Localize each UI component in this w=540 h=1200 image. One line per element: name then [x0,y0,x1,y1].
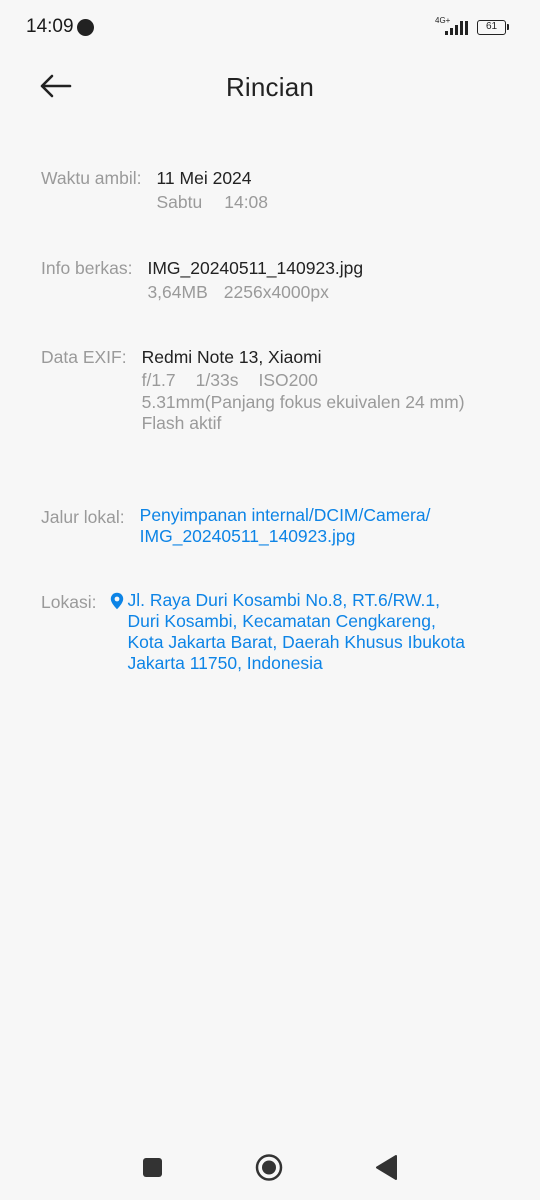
detail-label: Info berkas: [41,258,133,278]
circle-icon [255,1154,283,1181]
battery-level: 61 [485,21,498,32]
location-line-1[interactable]: Jl. Raya Duri Kosambi No.8, RT.6/RW.1, [127,590,465,611]
nav-recents-button[interactable] [138,1150,168,1186]
detail-local-path: Jalur lokal: Penyimpanan internal/DCIM/C… [41,505,430,547]
detail-location: Lokasi: Jl. Raya Duri Kosambi No.8, RT.6… [41,590,465,674]
exif-device: Redmi Note 13, Xiaomi [141,347,322,367]
exif-shutter: 1/33s [195,370,239,390]
location-line-4[interactable]: Jakarta 11750, Indonesia [127,653,465,674]
nav-back-button[interactable] [372,1150,402,1186]
exif-focal: 5.31mm(Panjang fokus ekuivalen 24 mm) [141,392,465,412]
location-line-2[interactable]: Duri Kosambi, Kecamatan Cengkareng, [127,611,465,632]
detail-label: Waktu ambil: [41,168,142,188]
square-icon [143,1158,162,1177]
location-pin-icon [111,592,124,610]
detail-taken-time: Waktu ambil: 11 Mei 2024 Sabtu 14:08 [41,166,268,214]
detail-file-info: Info berkas: IMG_20240511_140923.jpg 3,6… [41,256,363,304]
status-bar: 14:09 4G+ 61 [0,0,540,52]
signal-icon [445,21,468,35]
taken-date: 11 Mei 2024 [156,168,252,188]
location-line-3[interactable]: Kota Jakarta Barat, Daerah Khusus Ibukot… [127,632,465,653]
detail-label: Jalur lokal: [41,507,125,527]
exif-flash: Flash aktif [141,413,222,433]
nav-home-button[interactable] [254,1150,284,1186]
file-name: IMG_20240511_140923.jpg [147,258,364,278]
exif-aperture: f/1.7 [141,370,176,390]
notification-dot-icon [77,19,94,36]
taken-time: 14:08 [224,192,269,212]
triangle-back-icon [376,1155,397,1180]
detail-label: Data EXIF: [41,347,127,367]
path-line-2[interactable]: IMG_20240511_140923.jpg [140,526,431,547]
battery-icon: 61 [477,20,506,35]
detail-label: Lokasi: [41,592,97,612]
file-size: 3,64MB [147,282,208,302]
detail-exif: Data EXIF: Redmi Note 13, Xiaomi f/1.7 1/… [41,345,465,434]
page-title: Rincian [225,72,315,102]
file-resolution: 2256x4000px [223,282,329,302]
status-time: 14:09 [26,16,74,37]
location-link[interactable]: Jl. Raya Duri Kosambi No.8, RT.6/RW.1, D… [110,590,465,674]
exif-iso: ISO200 [258,370,318,390]
path-line-1[interactable]: Penyimpanan internal/DCIM/Camera/ [140,505,431,526]
battery-tip [507,24,509,30]
path-link[interactable]: Penyimpanan internal/DCIM/Camera/ IMG_20… [140,505,431,547]
taken-day: Sabtu [156,192,203,212]
